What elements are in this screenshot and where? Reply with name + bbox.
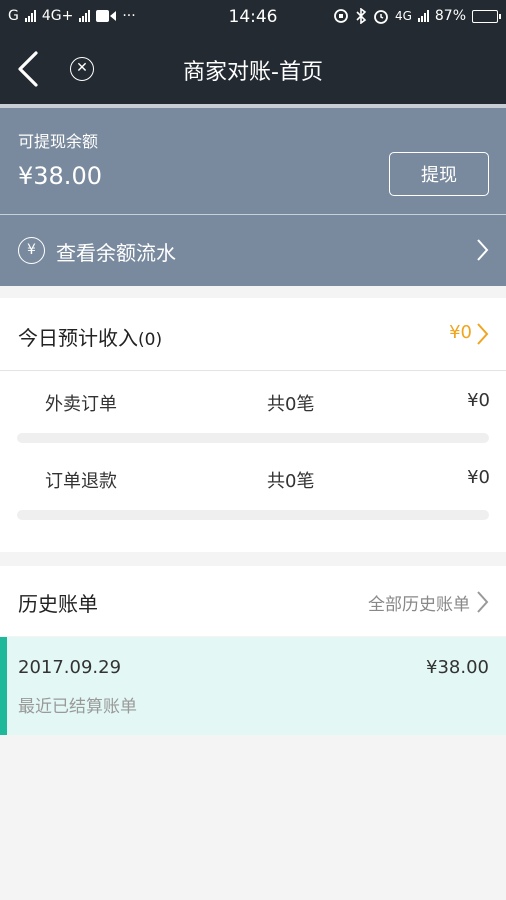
balance-panel: 可提现余额 ¥38.00 提现 ¥ 查看余额流水 bbox=[0, 104, 506, 286]
history-header: 历史账单 全部历史账单 bbox=[0, 566, 506, 636]
progress-bar-refund bbox=[17, 510, 489, 520]
alarm-icon bbox=[374, 10, 388, 24]
status-right: 4G 87% bbox=[333, 8, 501, 24]
line-item-amount: ¥0 bbox=[467, 467, 490, 488]
line-item-refund: 订单退款 共0笔 ¥0 bbox=[0, 467, 506, 497]
bill-amount: ¥38.00 bbox=[426, 657, 489, 678]
line-item-count: 共0笔 bbox=[267, 471, 315, 492]
latest-bill-row[interactable]: 2017.09.29 ¥38.00 最近已结算账单 bbox=[0, 637, 506, 735]
battery-percent: 87% bbox=[434, 8, 466, 24]
chevron-right-icon[interactable] bbox=[475, 322, 489, 346]
line-item-name: 外卖订单 bbox=[45, 394, 117, 415]
all-history-link[interactable]: 全部历史账单 bbox=[368, 590, 470, 615]
bill-accent-bar bbox=[0, 637, 7, 735]
battery-icon bbox=[472, 9, 501, 23]
line-item-amount: ¥0 bbox=[467, 390, 490, 411]
today-income-label: 今日预计收入 bbox=[18, 326, 138, 350]
balance-flow-row[interactable]: ¥ 查看余额流水 bbox=[0, 215, 506, 286]
chevron-right-icon bbox=[477, 239, 489, 261]
network-type: 4G bbox=[394, 9, 412, 23]
history-title: 历史账单 bbox=[18, 592, 98, 616]
chevron-right-icon[interactable] bbox=[475, 590, 489, 614]
balance-label: 可提现余额 bbox=[18, 132, 99, 151]
bill-date: 2017.09.29 bbox=[18, 657, 122, 678]
bill-subtitle: 最近已结算账单 bbox=[18, 697, 137, 717]
signal-3-icon bbox=[417, 10, 429, 22]
today-income-count: (0) bbox=[138, 330, 163, 350]
progress-bar-takeout bbox=[17, 433, 489, 443]
yen-icon: ¥ bbox=[18, 237, 45, 264]
nav-bar: ✕ 商家对账-首页 bbox=[0, 34, 506, 104]
balance-flow-label: 查看余额流水 bbox=[56, 241, 176, 265]
today-income-card: 今日预计收入(0) ¥0 外卖订单 共0笔 ¥0 订单退款 共0笔 ¥0 bbox=[0, 298, 506, 552]
status-bar: G 4G+ ··· 14:46 4G 87% bbox=[0, 0, 506, 34]
today-income-title[interactable]: 今日预计收入(0) bbox=[18, 322, 162, 351]
withdraw-button[interactable]: 提现 bbox=[389, 152, 489, 196]
today-income-amount[interactable]: ¥0 bbox=[449, 322, 472, 343]
rotation-lock-icon bbox=[334, 9, 348, 23]
line-item-takeout: 外卖订单 共0笔 ¥0 bbox=[0, 390, 506, 420]
page-title: 商家对账-首页 bbox=[183, 60, 323, 85]
balance-amount: ¥38.00 bbox=[18, 162, 102, 190]
line-item-name: 订单退款 bbox=[45, 471, 117, 492]
bluetooth-icon bbox=[356, 8, 367, 24]
today-divider bbox=[0, 370, 506, 371]
line-item-count: 共0笔 bbox=[267, 394, 315, 415]
